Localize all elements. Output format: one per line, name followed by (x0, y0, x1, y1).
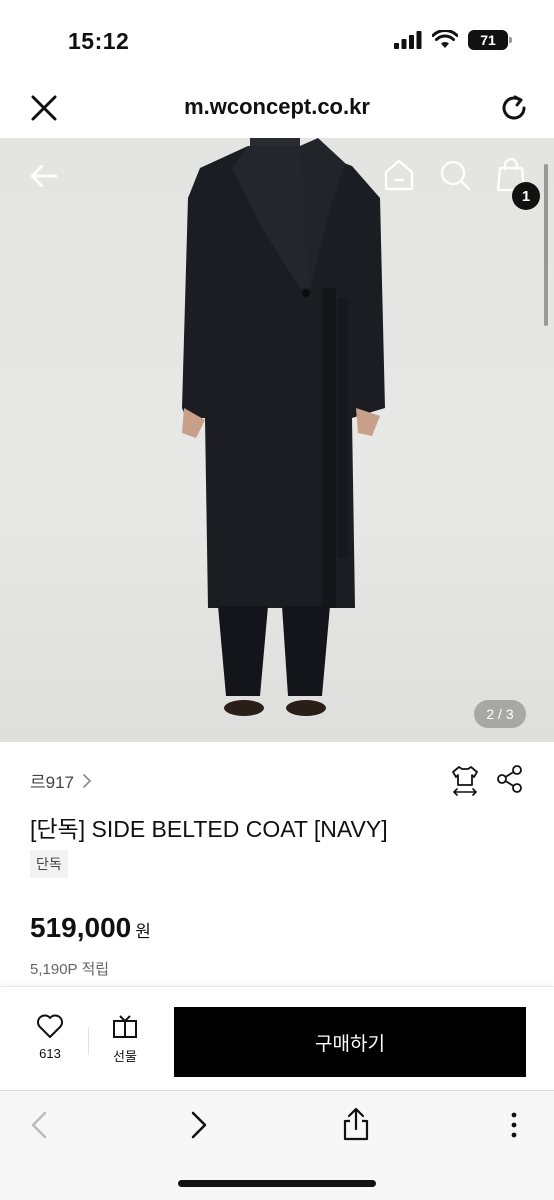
like-count: 613 (39, 1046, 61, 1061)
wifi-icon (432, 30, 458, 48)
like-button[interactable]: 613 (20, 1013, 80, 1073)
home-indicator (178, 1180, 376, 1187)
forward-icon[interactable] (178, 1105, 218, 1145)
cellular-signal-icon (394, 31, 422, 49)
more-icon[interactable] (494, 1105, 534, 1145)
home-icon[interactable] (380, 156, 418, 194)
reward-points: 5,190P 적립 (30, 961, 110, 978)
hero-nav: 1 (0, 154, 554, 210)
price-unit: 원 (135, 922, 151, 941)
back-icon[interactable] (20, 1105, 60, 1145)
product-image-carousel[interactable]: 1 2 / 3 (0, 138, 554, 742)
brand-name: 르917 (30, 773, 75, 792)
product-actions (450, 764, 524, 796)
share-sheet-icon[interactable] (336, 1105, 376, 1145)
reload-icon[interactable] (496, 90, 532, 126)
divider (88, 1027, 89, 1055)
size-guide-icon[interactable] (450, 764, 480, 796)
brand-link[interactable]: 르917 (30, 768, 92, 793)
battery-level: 71 (480, 32, 496, 48)
status-time: 15:12 (68, 28, 130, 54)
gift-label: 선물 (113, 1049, 137, 1064)
browser-url-bar: m.wconcept.co.kr (0, 80, 554, 138)
scroll-indicator[interactable] (544, 164, 548, 326)
price: 519,000 (30, 912, 132, 943)
url-text[interactable]: m.wconcept.co.kr (0, 94, 554, 120)
chevron-right-icon (83, 773, 92, 788)
gift-icon (113, 1015, 137, 1038)
search-icon[interactable] (436, 156, 474, 194)
heart-icon (37, 1014, 63, 1038)
exclusive-tag: 단독 (30, 850, 68, 878)
cart-count-badge: 1 (512, 182, 540, 210)
image-counter: 2 / 3 (474, 700, 526, 728)
price-row: 519,000 원 (30, 912, 151, 944)
back-arrow-icon[interactable] (26, 158, 62, 194)
product-title: [단독] SIDE BELTED COAT [NAVY] (30, 816, 388, 842)
battery-icon: 71 (468, 30, 512, 50)
product-photo (182, 138, 385, 716)
gift-button[interactable]: 선물 (96, 1013, 154, 1073)
buy-button[interactable]: 구매하기 (174, 1007, 526, 1077)
status-icons: 71 (394, 30, 512, 50)
share-icon[interactable] (496, 764, 524, 794)
purchase-action-bar: 613 선물 구매하기 (0, 986, 554, 1090)
status-bar: 15:12 71 (0, 0, 554, 80)
